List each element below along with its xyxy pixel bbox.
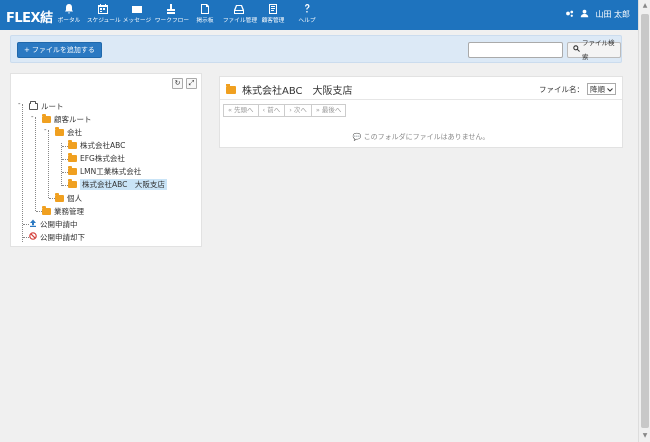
user-icon (580, 9, 589, 20)
empty-folder-message: 💬 このフォルダにファイルはありません。 (352, 133, 490, 141)
drive-icon (222, 3, 256, 17)
question-icon (290, 3, 324, 17)
folder-open-icon (29, 100, 38, 110)
tree-node-individual[interactable]: 個人 (55, 192, 82, 204)
folder-tree: - ルート - 顧客ルート - 会社 株式会社ABC EFG株式会社 LMN工業… (11, 74, 201, 246)
nav-message[interactable]: メッセージ (120, 0, 154, 30)
folder-icon (55, 192, 64, 202)
tree-node-business[interactable]: 業務管理 (42, 205, 84, 217)
nav-workflow[interactable]: ワークフロー (154, 0, 189, 30)
tree-node-company-efg[interactable]: EFG株式会社 (68, 152, 125, 164)
nav-board[interactable]: 掲示板 (188, 0, 222, 30)
file-search-button[interactable]: ファイル検索 (567, 39, 621, 61)
brand-logo[interactable]: FLEX結 (6, 7, 53, 26)
folder-icon (68, 139, 77, 149)
chevron-down-icon (607, 85, 613, 94)
sort-order-select[interactable]: 降順 (587, 83, 616, 95)
nav-help[interactable]: ヘルプ (290, 0, 324, 30)
folder-title: 株式会社ABC 大阪支店 (226, 82, 353, 97)
divider (220, 99, 622, 100)
search-icon (573, 43, 580, 57)
tree-node-company-abc[interactable]: 株式会社ABC (68, 139, 125, 151)
folder-tree-panel: ↻ ⤢ - ルート - 顧客ルート - 会社 株式会社ABC EFG株式会社 L… (10, 73, 202, 247)
bell-icon (52, 3, 86, 17)
page-scrollbar[interactable]: ▲ ▼ (638, 0, 650, 442)
pagination: « 先頭へ ‹ 前へ › 次へ » 最後へ (223, 104, 347, 117)
folder-icon (68, 152, 77, 162)
sort-label: ファイル名： (539, 84, 584, 94)
folder-icon (42, 205, 51, 215)
last-page-button[interactable]: » 最後へ (310, 104, 347, 117)
plus-icon: + (24, 46, 30, 54)
tree-node-company-lmn[interactable]: LMN工業株式会社 (68, 165, 141, 177)
tree-node-publish-pending[interactable]: 公開申請中 (29, 218, 78, 230)
settings-icon[interactable] (565, 9, 574, 20)
add-file-button[interactable]: + ファイルを追加する (17, 42, 102, 58)
envelope-icon (120, 3, 154, 17)
stamp-icon (154, 3, 188, 17)
top-navbar: FLEX結 ポータル スケジュール メッセージ ワークフロー 掲示板 ファイル管… (0, 0, 638, 30)
folder-content-panel: 株式会社ABC 大阪支店 ファイル名： 降順 « 先頭へ ‹ 前へ › 次へ »… (219, 76, 623, 148)
main-nav: ポータル スケジュール メッセージ ワークフロー 掲示板 ファイル管理 顧客管理 (52, 0, 324, 30)
customer-icon (256, 3, 290, 17)
nav-schedule[interactable]: スケジュール (86, 0, 121, 30)
scroll-down-icon[interactable]: ▼ (641, 432, 649, 440)
user-area: 山田 太郎 (565, 9, 630, 20)
nav-file-management[interactable]: ファイル管理 (222, 0, 257, 30)
nav-customer[interactable]: 顧客管理 (256, 0, 290, 30)
folder-icon (226, 83, 236, 94)
collapse-toggle-root[interactable]: - (18, 100, 21, 108)
user-name[interactable]: 山田 太郎 (595, 9, 630, 20)
tree-node-company[interactable]: 会社 (55, 126, 82, 138)
calendar-icon (86, 3, 120, 17)
prohibited-icon (29, 232, 37, 242)
scroll-up-icon[interactable]: ▲ (641, 2, 649, 10)
nav-portal[interactable]: ポータル (52, 0, 86, 30)
board-icon (188, 3, 222, 17)
tree-node-customer-root[interactable]: 顧客ルート (42, 113, 92, 125)
next-page-button[interactable]: › 次へ (284, 104, 312, 117)
upload-icon (29, 219, 37, 229)
collapse-toggle-customer-root[interactable]: - (31, 113, 34, 121)
sort-control: ファイル名： 降順 (539, 83, 616, 95)
prev-page-button[interactable]: ‹ 前へ (257, 104, 286, 117)
scroll-thumb[interactable] (641, 14, 649, 428)
file-search-input[interactable] (468, 42, 563, 58)
tree-node-company-abc-osaka[interactable]: 株式会社ABC 大阪支店 (68, 178, 167, 190)
tree-node-publish-rejected[interactable]: 公開申請却下 (29, 231, 85, 243)
collapse-toggle-company[interactable]: - (44, 126, 47, 134)
file-toolbar: + ファイルを追加する ファイル検索 (10, 35, 622, 63)
folder-icon (68, 178, 77, 188)
tree-node-root[interactable]: ルート (29, 100, 64, 112)
folder-icon (42, 113, 51, 123)
folder-icon (68, 165, 77, 175)
comment-icon: 💬 (352, 133, 362, 141)
first-page-button[interactable]: « 先頭へ (223, 104, 259, 117)
folder-icon (55, 126, 64, 136)
